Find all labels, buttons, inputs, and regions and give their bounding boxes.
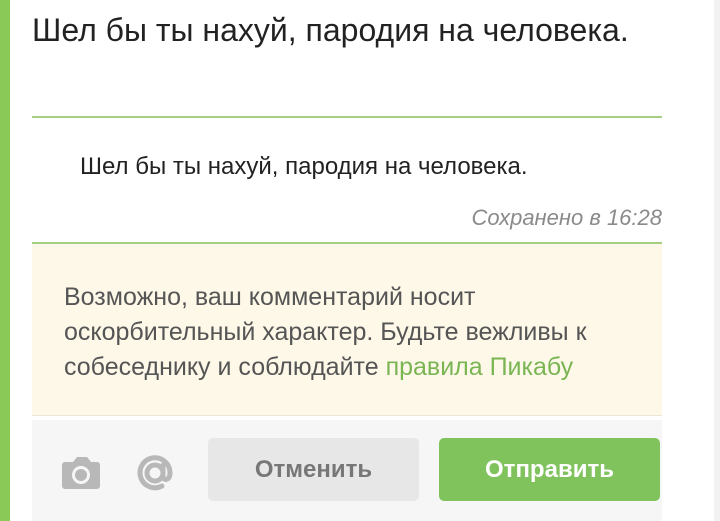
cancel-button[interactable]: Отменить xyxy=(208,438,419,501)
quoted-comment-text: Шел бы ты нахуй, пародия на человека. xyxy=(32,12,629,48)
comment-editor-body[interactable]: Шел бы ты нахуй, пародия на человека. Со… xyxy=(32,118,662,242)
send-button[interactable]: Отправить xyxy=(439,438,660,501)
right-edge-divider xyxy=(714,0,720,521)
rules-link[interactable]: правила Пикабу xyxy=(386,353,574,381)
saved-status: Сохранено в 16:28 xyxy=(471,205,662,230)
offensive-comment-warning: Возможно, ваш комментарий носит оскорбит… xyxy=(32,242,662,416)
comment-text-input[interactable]: Шел бы ты нахуй, пародия на человека. xyxy=(80,152,528,182)
camera-icon[interactable] xyxy=(60,452,102,492)
warning-message: Возможно, ваш комментарий носит оскорбит… xyxy=(64,280,664,385)
comment-toolbar: Отменить Отправить xyxy=(32,420,662,521)
comment-editor[interactable]: Шел бы ты нахуй, пародия на человека. Со… xyxy=(32,116,662,242)
comment-thread-accent xyxy=(0,0,10,521)
comment-composer-screen: Шел бы ты нахуй, пародия на человека. Ше… xyxy=(0,0,720,521)
at-icon[interactable] xyxy=(134,452,176,494)
